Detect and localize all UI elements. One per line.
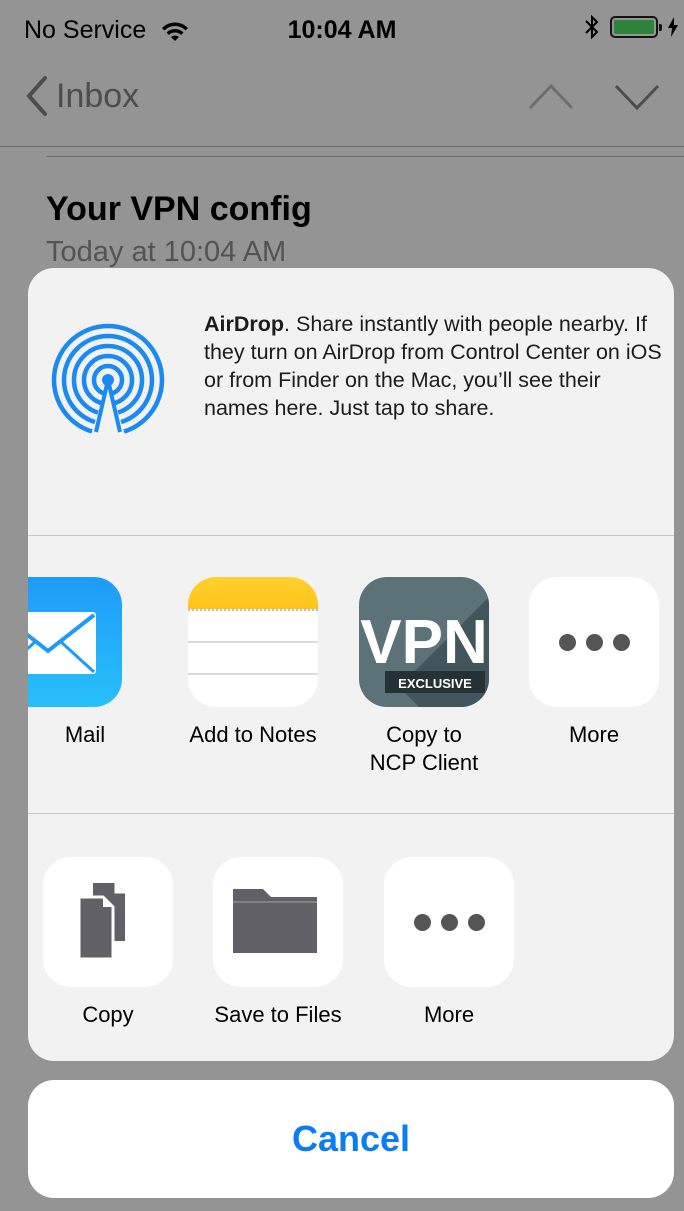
app-add-to-notes[interactable]: Add to Notes xyxy=(178,577,328,749)
airdrop-section: AirDrop. Share instantly with people nea… xyxy=(28,268,674,535)
action-label-copy: Copy xyxy=(82,1002,134,1027)
vpn-icon-text: VPN xyxy=(360,608,487,677)
app-label-notes: Add to Notes xyxy=(189,722,317,747)
more-icon xyxy=(529,577,659,707)
action-copy[interactable]: Copy xyxy=(33,857,183,1029)
airdrop-title: AirDrop xyxy=(204,312,285,336)
vpn-icon-subtext: EXCLUSIVE xyxy=(398,676,472,691)
action-label-more: More xyxy=(423,1002,475,1027)
app-mail[interactable]: Mail xyxy=(28,577,132,749)
more-icon xyxy=(384,857,514,987)
action-row: Copy Save to Files More xyxy=(28,857,674,1037)
app-label-more: More xyxy=(568,722,620,747)
app-ncp-client[interactable]: VPN EXCLUSIVE Copy to NCP Client xyxy=(349,577,499,777)
app-row: Mail Add to Notes VPN EXCLUSIVE Copy to … xyxy=(28,577,674,813)
airdrop-icon xyxy=(51,323,165,438)
copy-icon xyxy=(43,857,173,987)
section-divider xyxy=(28,535,674,536)
notes-icon xyxy=(188,577,318,707)
folder-icon xyxy=(213,857,343,987)
mail-icon xyxy=(28,577,122,707)
action-label-files: Save to Files xyxy=(214,1002,342,1027)
vpn-icon: VPN EXCLUSIVE xyxy=(359,577,489,707)
share-sheet: AirDrop. Share instantly with people nea… xyxy=(28,268,674,1061)
app-label-mail: Mail xyxy=(64,722,106,747)
airdrop-description: AirDrop. Share instantly with people nea… xyxy=(204,310,664,422)
cancel-button[interactable]: Cancel xyxy=(28,1080,674,1198)
action-more[interactable]: More xyxy=(374,857,524,1029)
section-divider xyxy=(28,813,674,814)
app-label-ncp: Copy to NCP Client xyxy=(369,722,479,775)
app-more[interactable]: More xyxy=(519,577,669,749)
action-save-to-files[interactable]: Save to Files xyxy=(203,857,353,1029)
